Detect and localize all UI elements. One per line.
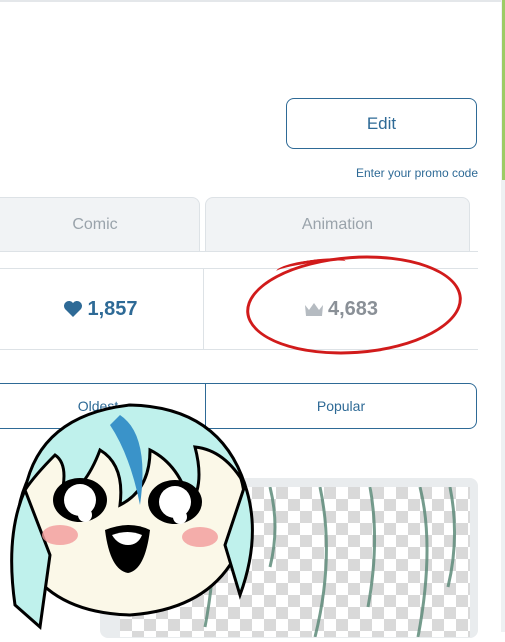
likes-stat: 1,857 xyxy=(0,269,203,349)
top-divider xyxy=(0,0,505,2)
edit-button[interactable]: Edit xyxy=(286,98,477,149)
chibi-character-sticker xyxy=(10,403,254,630)
tab-animation[interactable]: Animation xyxy=(205,197,470,252)
tab-comic[interactable]: Comic xyxy=(0,197,200,252)
heart-icon xyxy=(64,301,83,317)
promo-code-link[interactable]: Enter your promo code xyxy=(356,166,478,180)
tab-bar-divider xyxy=(0,251,478,252)
likes-count: 1,857 xyxy=(87,297,138,320)
